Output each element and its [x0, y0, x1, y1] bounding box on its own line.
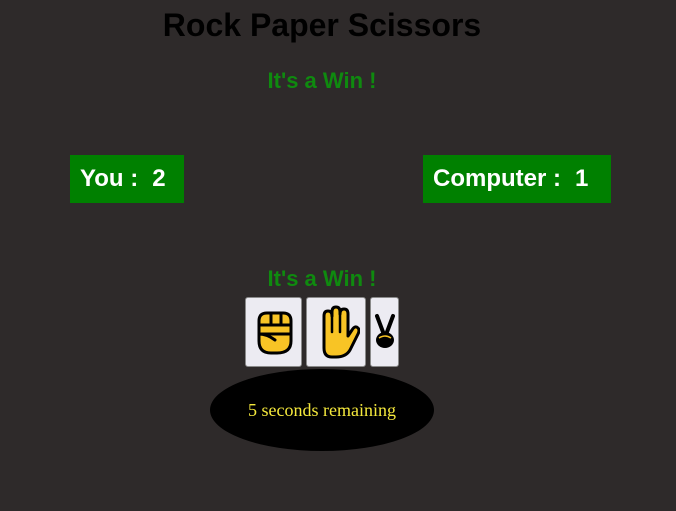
game-title: Rock Paper Scissors	[162, 7, 482, 43]
scissors-button[interactable]	[370, 297, 399, 367]
result-message-top: It's a Win !	[267, 68, 377, 93]
choice-buttons	[245, 297, 399, 367]
victory-hand-icon	[374, 314, 395, 348]
computer-score-label: Computer :	[433, 165, 561, 192]
timer-text: 5 seconds remaining	[248, 399, 396, 420]
raised-hand-icon	[322, 305, 360, 359]
player-score-value: 2	[152, 165, 166, 192]
computer-score-value: 1	[575, 165, 589, 192]
player-score-label: You :	[80, 165, 139, 192]
rock-button[interactable]	[245, 297, 302, 367]
player-score-box: You : 2	[70, 155, 184, 203]
result-message-middle: It's a Win !	[267, 266, 377, 291]
countdown-timer: 5 seconds remaining	[210, 369, 434, 451]
raised-fist-icon	[257, 311, 292, 355]
paper-button[interactable]	[306, 297, 366, 367]
computer-score-box: Computer : 1	[423, 155, 611, 203]
